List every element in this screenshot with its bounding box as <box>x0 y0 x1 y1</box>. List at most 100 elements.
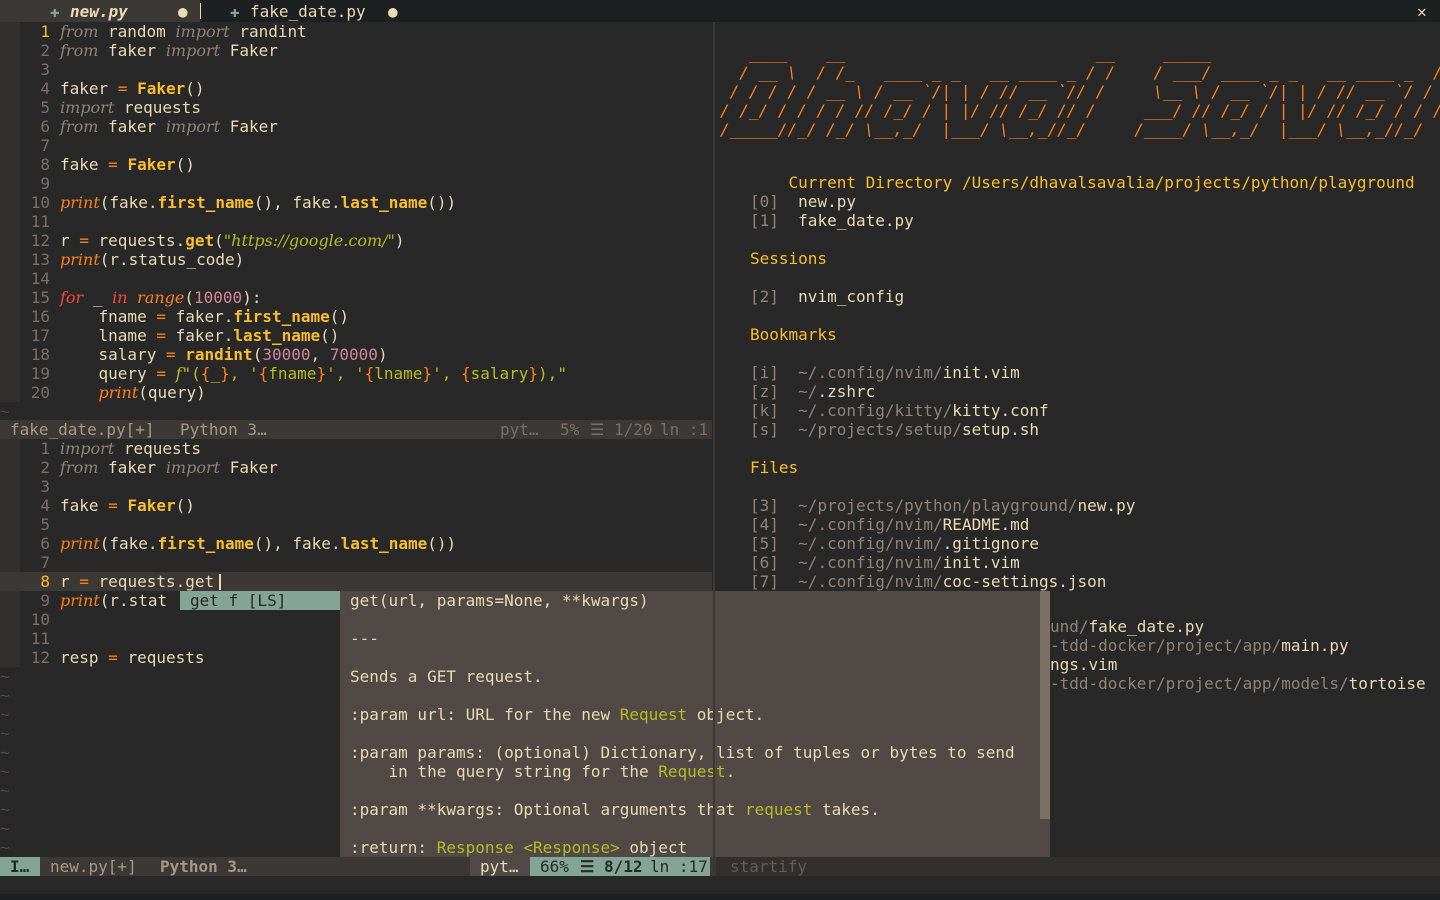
code-text[interactable]: import requests <box>60 439 201 458</box>
end-of-buffer-tilde: ~ <box>0 781 10 800</box>
startify-entry[interactable]: [6] ~/.config/nvim/init.vim <box>750 553 1020 572</box>
code-line[interactable]: 16 fname = faker.first_name() <box>0 307 712 326</box>
code-line[interactable]: 20 print(query) <box>0 383 712 402</box>
line-number: 3 <box>40 60 50 79</box>
code-text[interactable]: faker = Faker() <box>60 79 205 98</box>
completion-item[interactable]: get f [LS] <box>190 591 286 610</box>
code-text[interactable]: print(fake.first_name(), fake.last_name(… <box>60 534 456 553</box>
tab-fake-date-py[interactable]: ✚ fake_date.py ● <box>210 0 420 22</box>
code-line[interactable]: 9 <box>0 174 712 193</box>
code-text[interactable]: r = requests.get <box>60 572 214 591</box>
code-text[interactable]: fname = faker.first_name() <box>60 307 349 326</box>
completion-menu[interactable]: get f [LS] <box>180 591 340 610</box>
code-line[interactable]: 3 <box>0 60 712 79</box>
code-text[interactable]: from random import randint <box>60 22 307 41</box>
code-text[interactable]: from faker import Faker <box>60 41 278 60</box>
code-line[interactable]: 10 print(fake.first_name(), fake.last_nam… <box>0 193 712 212</box>
banner-line: ____ __ __ _____ __ <box>720 44 1440 63</box>
statusline-filename: new.py[+] <box>50 857 137 876</box>
code-text[interactable]: from faker import Faker <box>60 458 278 477</box>
code-text[interactable]: r = requests.get("https://google.com/") <box>60 231 405 250</box>
code-text[interactable]: print(r.stat <box>60 591 167 610</box>
code-line[interactable]: 5 import requests <box>0 98 712 117</box>
code-line[interactable]: 4 faker = Faker() <box>0 79 712 98</box>
startify-entry[interactable]: [0] new.py <box>750 192 856 211</box>
startify-entry-partial[interactable]: ngs.vim <box>1050 655 1117 674</box>
end-of-buffer-tilde: ~ <box>0 686 10 705</box>
line-number: 10 <box>30 610 50 629</box>
tab-separator <box>200 3 201 19</box>
line-number: 3 <box>40 477 50 496</box>
startify-entry[interactable]: [3] ~/projects/python/playground/new.py <box>750 496 1135 515</box>
code-line[interactable]: 13 print(r.status_code) <box>0 250 712 269</box>
mode-indicator: I… <box>0 857 40 876</box>
doc-line: --- <box>350 629 379 648</box>
code-line[interactable]: 12 r = requests.get("https://google.com/"… <box>0 231 712 250</box>
startify-entry-partial[interactable]: -tdd-docker/project/app/models/tortoise <box>1050 674 1426 693</box>
code-text[interactable]: query = f"({_}, '{fname}', '{lname}', {s… <box>60 364 567 383</box>
startify-entry[interactable]: [1] fake_date.py <box>750 211 914 230</box>
startify-entry[interactable]: [s] ~/projects/setup/setup.sh <box>750 420 1039 439</box>
code-line[interactable]: 8 fake = Faker() <box>0 155 712 174</box>
code-text[interactable]: from faker import Faker <box>60 117 278 136</box>
line-number: 5 <box>40 98 50 117</box>
startify-entry[interactable]: [4] ~/.config/nvim/README.md <box>750 515 1029 534</box>
statusline-percent: 66% <box>540 857 569 876</box>
startify-entry-partial[interactable]: und/fake_date.py <box>1050 617 1204 636</box>
code-text[interactable]: print(query) <box>60 383 206 402</box>
code-line[interactable]: 2 from faker import Faker <box>0 458 712 477</box>
code-line[interactable]: 7 <box>0 136 712 155</box>
code-text[interactable]: for _ in range(10000): <box>60 288 261 307</box>
statusline-filetype: pyt… <box>480 857 519 876</box>
code-line[interactable]: 6 print(fake.first_name(), fake.last_name… <box>0 534 712 553</box>
code-text[interactable]: fake = Faker() <box>60 155 195 174</box>
code-line[interactable]: 1 from random import randint <box>0 22 712 41</box>
tab-label: fake_date.py <box>250 2 366 21</box>
startify-entry-partial[interactable]: -tdd-docker/project/app/main.py <box>1050 636 1349 655</box>
code-line[interactable]: 6 from faker import Faker <box>0 117 712 136</box>
line-number: 18 <box>30 345 50 364</box>
line-number: 9 <box>40 174 50 193</box>
statusline-column: ln :1 <box>660 420 709 439</box>
code-text[interactable]: lname = faker.last_name() <box>60 326 340 345</box>
code-text[interactable]: resp = requests <box>60 648 205 667</box>
code-line[interactable]: 11 <box>0 212 712 231</box>
code-line[interactable]: 17 lname = faker.last_name() <box>0 326 712 345</box>
line-number: 11 <box>30 212 50 231</box>
vertical-split[interactable] <box>713 22 715 858</box>
code-text[interactable]: salary = randint(30000, 70000) <box>60 345 388 364</box>
code-line[interactable]: 14 <box>0 269 712 288</box>
startify-entry[interactable]: [i] ~/.config/nvim/init.vim <box>750 363 1020 382</box>
code-line[interactable]: 5 <box>0 515 712 534</box>
command-line[interactable] <box>0 876 1440 894</box>
code-line[interactable]: 2 from faker import Faker <box>0 41 712 60</box>
python-icon: ✚ <box>50 2 60 21</box>
code-text[interactable]: fake = Faker() <box>60 496 195 515</box>
close-icon[interactable]: ✕ <box>1417 2 1427 21</box>
code-line[interactable]: 18 salary = randint(30000, 70000) <box>0 345 712 364</box>
code-line[interactable]: 7 <box>0 553 712 572</box>
code-line[interactable]: 3 <box>0 477 712 496</box>
tab-new-py[interactable]: ✚ new.py ● <box>0 0 200 22</box>
startify-entry[interactable]: [k] ~/.config/kitty/kitty.conf <box>750 401 1049 420</box>
statusline-language: Python 3… <box>180 420 267 439</box>
code-text[interactable]: print(fake.first_name(), fake.last_name(… <box>60 193 456 212</box>
code-line[interactable]: 8 r = requests.get <box>0 572 712 591</box>
startify-entry[interactable]: [7] ~/.config/nvim/coc-settings.json <box>750 572 1106 591</box>
code-line[interactable]: 4 fake = Faker() <box>0 496 712 515</box>
line-number: 7 <box>40 553 50 572</box>
code-text[interactable]: import requests <box>60 98 201 117</box>
code-line[interactable]: 19 query = f"({_}, '{fname}', '{lname}',… <box>0 364 712 383</box>
startify-entry[interactable]: [z] ~/.zshrc <box>750 382 875 401</box>
code-line[interactable]: 15 for _ in range(10000): <box>0 288 712 307</box>
top-editor-pane[interactable]: 1 from random import randint 2 from faker i… <box>0 22 712 421</box>
code-text[interactable]: print(r.status_code) <box>60 250 244 269</box>
line-number: 4 <box>40 496 50 515</box>
line-number: 16 <box>30 307 50 326</box>
line-number: 10 <box>30 193 50 212</box>
startify-entry[interactable]: [5] ~/.config/nvim/.gitignore <box>750 534 1039 553</box>
code-line[interactable]: 1 import requests <box>0 439 712 458</box>
startify-entry[interactable]: [2] nvim_config <box>750 287 904 306</box>
startify-pane[interactable]: ____ __ __ _____ __ / __ \ / /_ ____ _ _… <box>716 22 1440 858</box>
line-number: 12 <box>30 648 50 667</box>
